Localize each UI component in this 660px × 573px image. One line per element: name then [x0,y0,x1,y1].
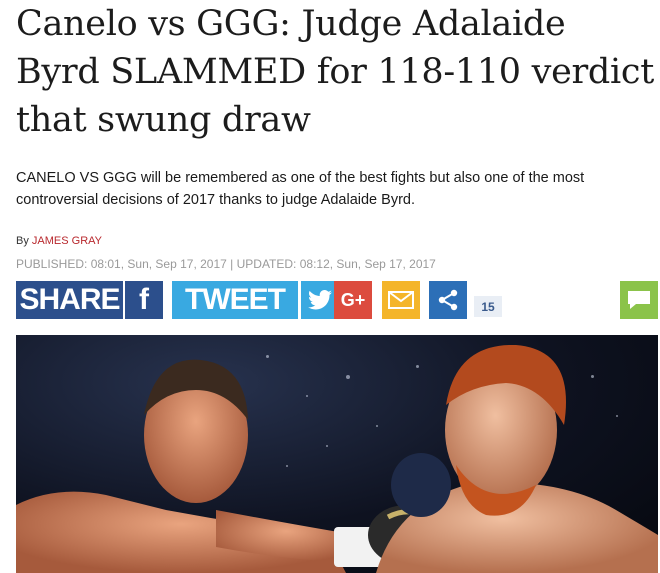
updated-time: UPDATED: 08:12, Sun, Sep 17, 2017 [236,257,436,271]
byline: By JAMES GRAY [16,235,102,247]
facebook-icon[interactable]: f [125,281,163,319]
share-nodes-glyph [438,289,458,311]
published-time: PUBLISHED: 08:01, Sun, Sep 17, 2017 [16,257,227,271]
twitter-bird-glyph [308,290,332,310]
boxers-illustration [16,344,658,573]
timestamp-separator: | [226,257,237,271]
tweet-label-button[interactable]: TWEET [172,281,298,319]
right-boxer-glove [391,453,451,517]
share-facebook-label-button[interactable]: SHARE [16,281,123,319]
article-standfirst: CANELO VS GGG will be remembered as one … [16,170,585,208]
speech-bubble-glyph [628,291,650,309]
article-headline: Canelo vs GGG: Judge Adalaide Byrd SLAMM… [16,4,654,140]
share-bar: SHARE f TWEET G+ 15 [16,281,658,319]
share-count: 15 [474,296,502,317]
google-plus-icon[interactable]: G+ [334,281,372,319]
envelope-glyph [388,291,414,309]
email-icon[interactable] [382,281,420,319]
boxing-match-photo [16,335,658,573]
byline-prefix: By [16,235,29,247]
share-icon[interactable] [429,281,467,319]
comments-icon[interactable] [620,281,658,319]
author-link[interactable]: JAMES GRAY [32,235,102,247]
article-timestamps: PUBLISHED: 08:01, Sun, Sep 17, 2017 | UP… [16,257,436,271]
